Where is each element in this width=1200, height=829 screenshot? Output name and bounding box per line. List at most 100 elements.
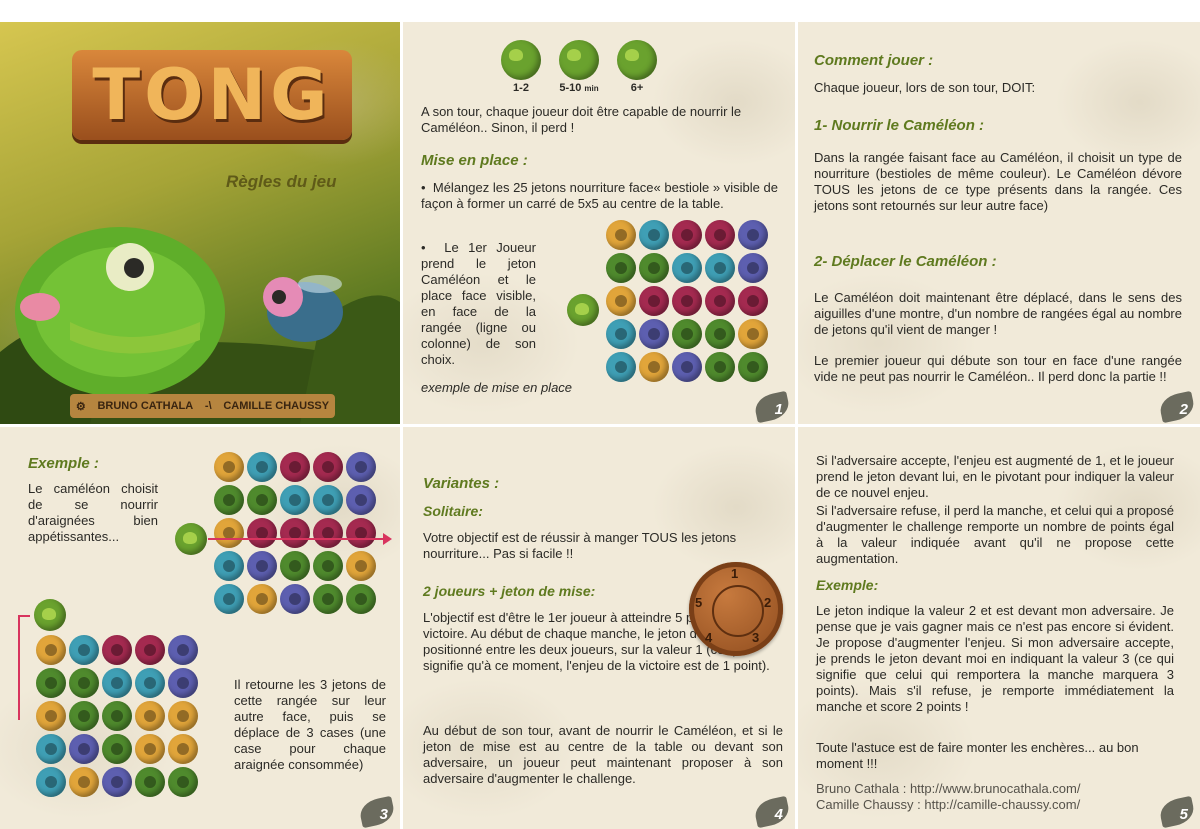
rulebook-spread: TONG Règles du jeu ⚙ BRUNO CATHALA -\ CA… (0, 0, 1200, 829)
food-token (672, 286, 702, 316)
food-token (313, 584, 343, 614)
food-token (738, 286, 768, 316)
food-token (313, 518, 343, 548)
food-token (36, 668, 66, 698)
food-token (280, 452, 310, 482)
food-token (705, 220, 735, 250)
intro-text: A son tour, chaque joueur doit être capa… (421, 104, 742, 135)
food-token (639, 352, 669, 382)
page-number: 1 (752, 390, 792, 424)
page-number: 3 (357, 795, 397, 829)
player-badges: 1-2 5-10 min 6+ (501, 40, 657, 97)
setup-token-grid (606, 220, 768, 382)
food-token (672, 253, 702, 283)
food-token (280, 551, 310, 581)
logo-text: TONG (92, 54, 332, 136)
bet-token-coin: 1 2 3 4 5 (689, 562, 783, 656)
step-2-text: Le Caméléon doit maintenant être déplacé… (814, 290, 1182, 337)
example-grid-before (214, 452, 376, 614)
step-1-title: 1- Nourrir le Caméléon : (814, 117, 985, 134)
food-token (247, 584, 277, 614)
chameleon-icon (501, 40, 541, 80)
food-token (606, 220, 636, 250)
food-token (672, 220, 702, 250)
gear-icon: ⚙ (75, 400, 86, 413)
badge-duration-unit: min (584, 84, 599, 93)
food-token (214, 584, 244, 614)
cover-subtitle: Règles du jeu (226, 172, 337, 191)
age-badge: 6+ (617, 40, 657, 97)
food-token (346, 485, 376, 515)
food-token (36, 734, 66, 764)
setup-bullet-1-text: Mélangez les 25 jetons nourriture face« … (421, 180, 778, 211)
badge-age-label: 6+ (630, 82, 644, 94)
food-token (214, 485, 244, 515)
step-2-text-2: Le premier joueur qui débute son tour en… (814, 353, 1182, 384)
food-token (705, 286, 735, 316)
duo-title: 2 joueurs + jeton de mise: (423, 583, 596, 599)
food-token (135, 767, 165, 797)
food-token (606, 319, 636, 349)
food-token (705, 253, 735, 283)
food-token (313, 452, 343, 482)
cover-panel: TONG Règles du jeu ⚙ BRUNO CATHALA -\ CA… (0, 22, 400, 424)
food-token (69, 701, 99, 731)
variants-title: Variantes : (423, 475, 500, 492)
example-text-1: Le caméléon choisit de se nourrir d'arai… (28, 481, 158, 544)
arrow-head-icon (383, 533, 392, 545)
food-token (102, 701, 132, 731)
food-token (247, 485, 277, 515)
coin-value-4: 4 (705, 630, 713, 645)
food-token (214, 452, 244, 482)
coin-value-1: 1 (731, 566, 739, 581)
food-token (346, 518, 376, 548)
author-banner: ⚙ BRUNO CATHALA -\ CAMILLE CHAUSSY (70, 394, 335, 418)
food-token (102, 668, 132, 698)
food-token (168, 701, 198, 731)
food-token (639, 220, 669, 250)
food-token (36, 635, 66, 665)
food-token (168, 767, 198, 797)
food-token (346, 452, 376, 482)
game-logo: TONG (72, 50, 352, 140)
page-2-panel: Comment jouer : Chaque joueur, lors de s… (798, 22, 1200, 424)
food-token (639, 319, 669, 349)
food-token (135, 668, 165, 698)
page-number-text: 3 (379, 806, 388, 823)
food-token (738, 220, 768, 250)
food-token (313, 485, 343, 515)
food-token (168, 635, 198, 665)
badge-players-label: 1-2 (513, 82, 529, 94)
example-2-title: Exemple: (816, 577, 879, 593)
food-token (102, 734, 132, 764)
example-grid-after (36, 635, 198, 797)
page-number: 5 (1157, 795, 1197, 829)
chameleon-icon (559, 40, 599, 80)
food-token (738, 319, 768, 349)
setup-bullet-1: • Mélangez les 25 jetons nourriture face… (421, 180, 778, 211)
accept-text: Si l'adversaire accepte, l'enjeu est aug… (816, 453, 1174, 500)
step-2-title: 2- Déplacer le Caméléon : (814, 253, 997, 270)
food-token (135, 734, 165, 764)
food-token (639, 253, 669, 283)
move-arrow-tip (18, 615, 30, 617)
chameleon-token (567, 294, 599, 326)
setup-bullet-2: • Le 1er Joueur prend le jeton Caméléon … (421, 240, 536, 367)
food-token (672, 319, 702, 349)
food-token (346, 584, 376, 614)
food-token (280, 485, 310, 515)
food-token (705, 319, 735, 349)
solo-text: Votre objectif est de réussir à manger T… (423, 530, 737, 561)
step-1-text: Dans la rangée faisant face au Caméléon,… (814, 150, 1182, 213)
setup-caption: exemple de mise en place (421, 380, 573, 395)
players-badge: 1-2 (501, 40, 541, 97)
chameleon-token (34, 599, 66, 631)
food-token (214, 518, 244, 548)
chameleon-icon (617, 40, 657, 80)
feeding-arrow (208, 538, 386, 540)
food-token (135, 701, 165, 731)
food-token (346, 551, 376, 581)
page-number: 4 (752, 795, 792, 829)
chameleon-token (175, 523, 207, 555)
setup-bullet-2-text: Le 1er Joueur prend le jeton Caméléon et… (421, 240, 536, 367)
